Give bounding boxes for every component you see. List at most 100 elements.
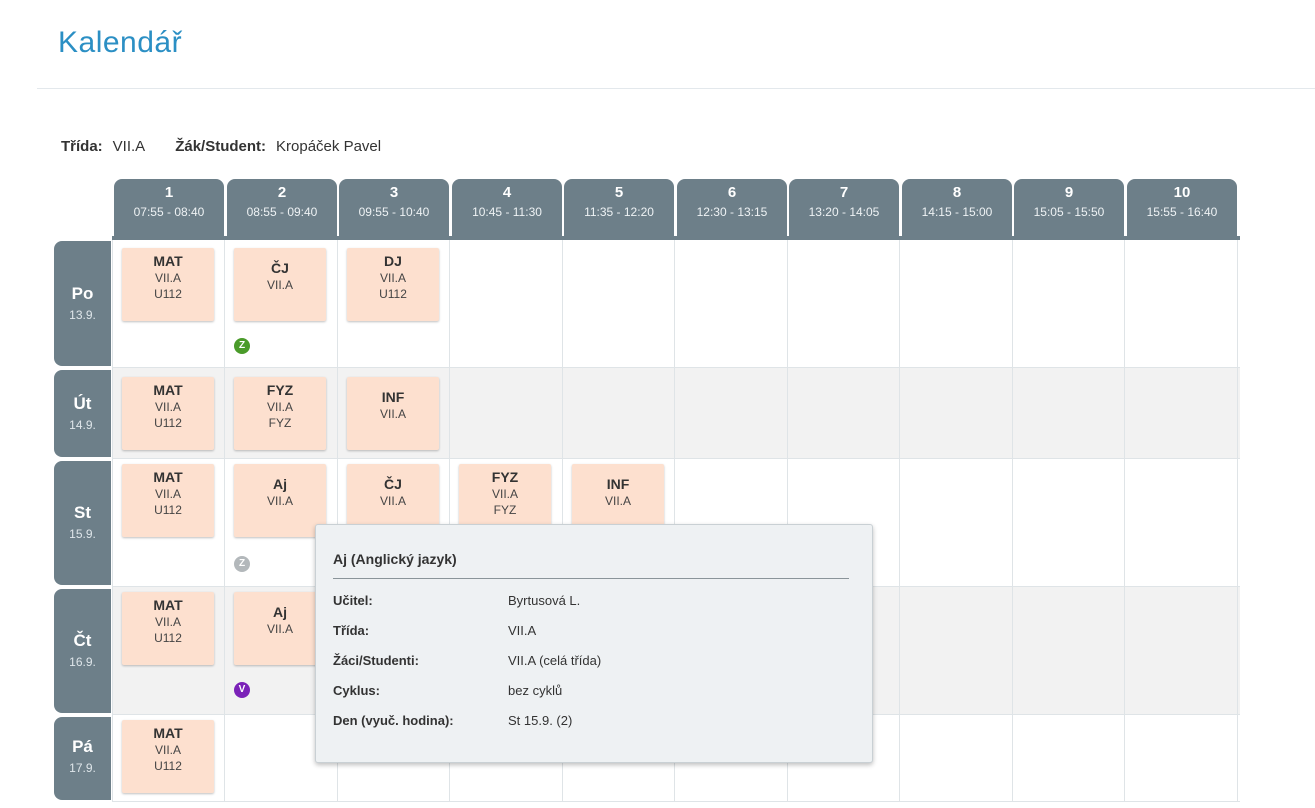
lesson-cell[interactable]: DJ VII.A U112 [347,248,439,321]
tooltip-value: bez cyklů [508,683,563,698]
lesson-cell[interactable]: FYZ VII.A FYZ [234,377,326,450]
lesson-subject: ČJ [271,260,289,276]
lesson-room: U112 [154,503,182,517]
lesson-tooltip: Aj (Anglický jazyk) Učitel: Byrtusová L.… [315,524,873,763]
lesson-cell[interactable]: INF VII.A [347,377,439,450]
lesson-subject: MAT [153,382,183,398]
tooltip-value: VII.A (celá třída) [508,653,602,668]
period-number: 1 [164,184,174,201]
tooltip-value: VII.A [508,623,537,638]
tooltip-value: St 15.9. (2) [508,713,573,728]
day-label-st: St 15.9. [54,461,111,585]
lesson-subject: Aj [273,476,287,492]
lesson-class: VII.A [154,400,181,414]
period-number: 8 [952,184,962,201]
day-label-pa: Pá 17.9. [54,717,111,800]
tooltip-key: Učitel: [333,593,373,608]
period-time: 07:55 - 08:40 [133,205,205,219]
period-time: 09:55 - 10:40 [358,205,430,219]
lesson-class: VII.A [266,622,293,636]
lesson-cell[interactable]: MAT VII.A U112 [122,377,214,450]
lesson-class: VII.A [379,407,406,421]
lesson-subject: FYZ [266,382,294,398]
column-divider [224,240,225,802]
period-time: 11:35 - 12:20 [584,205,654,219]
period-number: 6 [727,184,737,201]
lesson-class: VII.A [266,278,293,292]
day-date: 15.9. [69,527,96,541]
day-date: 16.9. [69,655,96,669]
period-header-9: 9 15:05 - 15:50 [1014,179,1124,237]
day-name: St [74,503,91,522]
period-time: 14:15 - 15:00 [921,205,993,219]
period-header-10: 10 15:55 - 16:40 [1127,179,1237,237]
column-divider [1124,240,1125,802]
lesson-class: VII.A [154,271,181,285]
day-label-ut: Út 14.9. [54,370,111,457]
class-value: VII.A [112,138,146,155]
lesson-cell[interactable]: MAT VII.A U112 [122,248,214,321]
lesson-cell[interactable]: Aj VII.A [234,592,326,665]
lesson-subject: MAT [153,725,183,741]
day-name: Pá [72,737,93,756]
lesson-room: U112 [154,287,182,301]
period-header-7: 7 13:20 - 14:05 [789,179,899,237]
page-title: Kalendář [58,26,183,59]
lesson-subject: FYZ [491,469,519,485]
lesson-badge[interactable]: Z [234,338,250,354]
lesson-subject: ČJ [384,476,402,492]
period-number: 3 [389,184,399,201]
day-label-ct: Čt 16.9. [54,589,111,713]
lesson-subject: MAT [153,469,183,485]
lesson-badge[interactable]: V [234,682,250,698]
column-divider [112,240,113,802]
lesson-room: U112 [154,759,182,773]
day-label-po: Po 13.9. [54,241,111,366]
lesson-cell[interactable]: MAT VII.A U112 [122,592,214,665]
lesson-class: VII.A [491,487,518,501]
lesson-badge[interactable]: Z [234,556,250,572]
day-name: Čt [73,631,92,650]
tooltip-value: Byrtusová L. [508,593,581,608]
lesson-room: FYZ [493,503,517,517]
lesson-room: U112 [154,631,182,645]
tooltip-key: Den (vyuč. hodina): [333,713,454,728]
column-divider [899,240,900,802]
title-divider [37,88,1315,89]
period-time: 12:30 - 13:15 [696,205,768,219]
lesson-class: VII.A [266,400,293,414]
class-label: Třída: [61,138,103,155]
period-number: 7 [839,184,849,201]
day-date: 14.9. [69,418,96,432]
lesson-subject: INF [381,389,405,405]
lesson-cell[interactable]: MAT VII.A U112 [122,464,214,537]
lesson-subject: INF [606,476,630,492]
period-time: 10:45 - 11:30 [472,205,542,219]
period-number: 4 [502,184,512,201]
day-date: 17.9. [69,761,96,775]
day-name: Út [73,394,92,413]
tooltip-key: Třída: [333,623,370,638]
student-label: Žák/Student: [175,138,267,155]
column-divider [1237,240,1238,802]
tooltip-divider [333,578,849,579]
day-name: Po [71,284,94,303]
lesson-subject: Aj [273,604,287,620]
day-date: 13.9. [69,308,96,322]
class-student-info: Třída: VII.A Žák/Student: Kropáček Pavel [61,138,381,155]
lesson-cell[interactable]: ČJ VII.A [234,248,326,321]
tooltip-key: Žáci/Studenti: [333,653,419,668]
period-number: 5 [614,184,624,201]
period-header-3: 3 09:55 - 10:40 [339,179,449,237]
lesson-room: FYZ [268,416,292,430]
period-header-1: 1 07:55 - 08:40 [114,179,224,237]
lesson-subject: DJ [384,253,402,269]
period-number: 9 [1064,184,1074,201]
lesson-class: VII.A [154,615,181,629]
period-header-6: 6 12:30 - 13:15 [677,179,787,237]
period-number: 2 [277,184,287,201]
lesson-cell[interactable]: Aj VII.A [234,464,326,537]
lesson-class: VII.A [154,487,181,501]
lesson-cell[interactable]: MAT VII.A U112 [122,720,214,793]
lesson-class: VII.A [379,271,406,285]
